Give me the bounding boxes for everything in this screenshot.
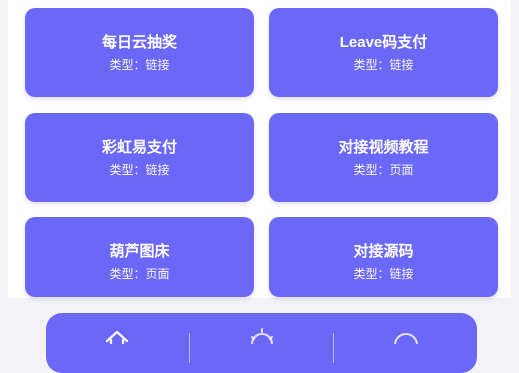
tab-settings[interactable] [190, 313, 333, 344]
card-leave-pay[interactable]: Leave码支付 类型：链接 [269, 8, 498, 97]
tab-profile[interactable] [334, 313, 477, 344]
tab-home[interactable] [46, 313, 189, 344]
card-type: 类型：链接 [353, 267, 414, 281]
card-source-code[interactable]: 对接源码 类型：链接 [269, 217, 498, 297]
card-type: 类型：链接 [353, 58, 414, 72]
card-rainbow-pay[interactable]: 彩虹易支付 类型：链接 [25, 113, 254, 202]
card-image-hosting[interactable]: 葫芦图床 类型：页面 [25, 217, 254, 297]
card-title: 葫芦图床 [109, 243, 170, 260]
card-type: 类型：链接 [109, 163, 170, 177]
card-title: Leave码支付 [339, 34, 428, 51]
card-title: 对接视频教程 [338, 139, 429, 156]
card-daily-lottery[interactable]: 每日云抽奖 类型：链接 [25, 8, 254, 97]
card-video-tutorial[interactable]: 对接视频教程 类型：页面 [269, 113, 498, 202]
card-title: 对接源码 [353, 243, 414, 260]
card-type: 类型：页面 [109, 267, 170, 281]
bottom-tab-bar [46, 313, 477, 373]
card-title: 彩虹易支付 [101, 139, 177, 156]
card-type: 类型：页面 [353, 163, 414, 177]
card-title: 每日云抽奖 [101, 34, 177, 51]
card-grid: 每日云抽奖 类型：链接 Leave码支付 类型：链接 彩虹易支付 类型：链接 对… [0, 0, 519, 300]
card-type: 类型：链接 [109, 58, 170, 72]
